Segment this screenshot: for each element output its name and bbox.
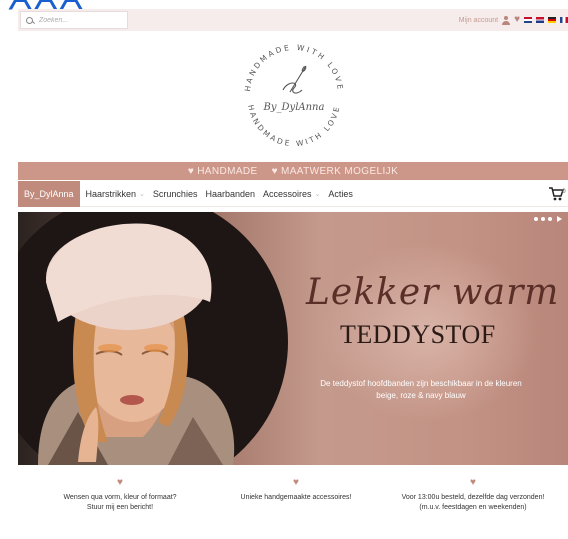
- cart-button[interactable]: 0: [548, 185, 568, 203]
- usp-shipping: ♥ Voor 13:00u besteld, dezelfde dag verz…: [378, 478, 568, 513]
- sewing-needle-icon: [282, 65, 307, 94]
- user-icon[interactable]: [502, 15, 511, 25]
- promo-label-handmade: HANDMADE: [197, 165, 258, 177]
- hero-subtitle-line1: De teddystof hoofdbanden zijn beschikbaa…: [320, 379, 522, 388]
- nav-item-label: Haarbanden: [205, 188, 255, 199]
- nav-item-haarbanden[interactable]: Haarbanden: [205, 189, 255, 199]
- cart-count: 0: [562, 188, 566, 195]
- promo-item-maatwerk: ♥ MAATWERK MOGELIJK: [272, 166, 399, 177]
- nav-item-label: Haarstrikken: [85, 188, 137, 199]
- usp-line2: (m.u.v. feestdagen en weekenden): [419, 504, 527, 511]
- nav-item-scrunchies[interactable]: Scrunchies: [153, 189, 198, 199]
- chevron-down-icon: ⌄: [139, 190, 145, 198]
- nav-brand-home[interactable]: By_DylAnna: [18, 180, 80, 207]
- search-input[interactable]: [39, 16, 119, 24]
- hero-banner[interactable]: Lekker warm TEDDYSTOF De teddystof hoofd…: [18, 212, 568, 465]
- nav-item-accessoires[interactable]: Accessoires ⌄: [263, 189, 320, 199]
- promo-label-maatwerk: MAATWERK MOGELIJK: [280, 165, 399, 177]
- nav-item-label: Accessoires: [263, 188, 312, 199]
- flag-nl-icon[interactable]: [524, 17, 532, 23]
- logo-signature: By_DylAnna: [263, 102, 325, 113]
- search-icon: [26, 16, 33, 24]
- main-nav: By_DylAnna Haarstrikken ⌄ Scrunchies Haa…: [18, 180, 568, 207]
- usp-custom: ♥ Wensen qua vorm, kleur of formaat? Stu…: [25, 478, 215, 513]
- play-icon[interactable]: [557, 216, 562, 222]
- logo-emblem: HANDMADE WITH LOVE HANDMADE WITH LOVE By…: [243, 43, 343, 148]
- my-account-link[interactable]: Mijn account: [459, 17, 498, 24]
- usp-handmade: ♥ Unieke handgemaakte accessoires!: [201, 478, 391, 503]
- heart-icon: ♥: [117, 477, 123, 488]
- nav-item-label: Scrunchies: [152, 188, 198, 199]
- slide-dot[interactable]: [534, 217, 538, 221]
- hero-portrait-image: [18, 212, 288, 465]
- usp-line1: Voor 13:00u besteld, dezelfde dag verzon…: [401, 494, 545, 501]
- hero-script-title: Lekker warm: [306, 272, 560, 313]
- slide-dot[interactable]: [548, 217, 552, 221]
- promo-item-handmade: ♥ HANDMADE: [188, 166, 258, 177]
- heart-icon: ♥: [271, 165, 278, 177]
- hero-title: TEDDYSTOF: [340, 320, 496, 349]
- top-bar: Mijn account ♥: [18, 9, 568, 31]
- slide-dot[interactable]: [541, 217, 545, 221]
- usp-line1: Unieke handgemaakte accessoires!: [240, 494, 352, 501]
- usp-line2: Stuur mij een bericht!: [86, 504, 154, 511]
- heart-icon: ♥: [187, 165, 195, 177]
- heart-icon: ♥: [470, 477, 476, 488]
- usp-line1: Wensen qua vorm, kleur of formaat?: [63, 494, 177, 501]
- chevron-down-icon: ⌄: [314, 190, 321, 198]
- nav-menu: Haarstrikken ⌄ Scrunchies Haarbanden Acc…: [86, 189, 353, 199]
- slider-controls[interactable]: [534, 216, 562, 222]
- nav-item-haarstrikken[interactable]: Haarstrikken ⌄: [86, 189, 145, 199]
- site-logo[interactable]: HANDMADE WITH LOVE HANDMADE WITH LOVE By…: [236, 40, 351, 148]
- hero-subtitle: De teddystof hoofdbanden zijn beschikbaa…: [296, 378, 546, 402]
- account-area: Mijn account ♥: [459, 9, 568, 31]
- cart-icon: 0: [549, 187, 566, 201]
- heart-icon: ♥: [293, 477, 299, 488]
- flag-en-icon[interactable]: [536, 17, 544, 23]
- promo-bar: ♥ HANDMADE ♥ MAATWERK MOGELIJK: [18, 162, 568, 180]
- flag-de-icon[interactable]: [548, 17, 556, 23]
- nav-item-acties[interactable]: Acties: [328, 189, 353, 199]
- flag-fr-icon[interactable]: [560, 17, 568, 23]
- nav-item-label: Acties: [328, 188, 353, 199]
- wishlist-heart-icon[interactable]: ♥: [514, 15, 520, 25]
- hero-subtitle-line2: beige, roze & navy blauw: [376, 391, 466, 400]
- search-box[interactable]: [20, 11, 128, 29]
